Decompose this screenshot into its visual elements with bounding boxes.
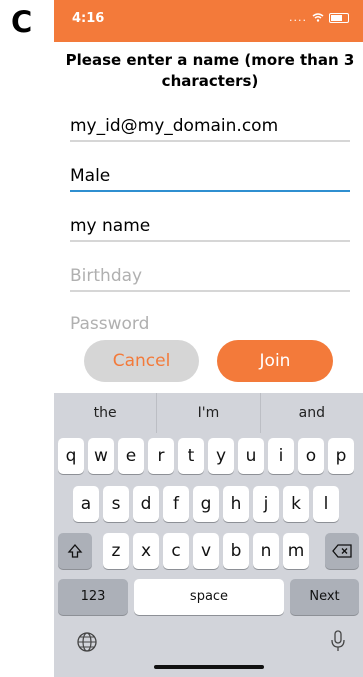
key-r[interactable]: r (148, 438, 174, 474)
key-x[interactable]: x (133, 533, 159, 569)
suggestion-2[interactable]: I'm (157, 393, 261, 433)
suggestion-3[interactable]: and (261, 393, 363, 433)
key-q[interactable]: q (58, 438, 84, 474)
signal-icon: .... (289, 11, 307, 24)
onscreen-keyboard: the I'm and q w e r t y u i o p a s d f … (54, 393, 363, 677)
key-u[interactable]: u (238, 438, 264, 474)
key-t[interactable]: t (178, 438, 204, 474)
status-icons: .... (289, 11, 349, 24)
microphone-icon[interactable] (330, 629, 346, 653)
numbers-key[interactable]: 123 (58, 579, 128, 615)
backspace-icon (332, 544, 352, 558)
key-c[interactable]: c (163, 533, 189, 569)
gender-field[interactable]: Male (70, 162, 350, 192)
space-key[interactable]: space (134, 579, 284, 615)
key-g[interactable]: g (193, 486, 219, 522)
key-z[interactable]: z (103, 533, 129, 569)
backspace-key[interactable] (325, 533, 359, 569)
figure-label: C (11, 5, 33, 39)
key-n[interactable]: n (253, 533, 279, 569)
next-key[interactable]: Next (290, 579, 359, 615)
validation-prompt: Please enter a name (more than 3 charact… (65, 51, 355, 90)
key-i[interactable]: i (268, 438, 294, 474)
key-p[interactable]: p (328, 438, 354, 474)
key-d[interactable]: d (133, 486, 159, 522)
home-indicator[interactable] (154, 665, 264, 669)
suggestion-bar: the I'm and (54, 393, 363, 433)
join-button[interactable]: Join (217, 340, 333, 382)
name-field-underline (155, 212, 350, 242)
birthday-field[interactable]: Birthday (70, 262, 350, 292)
key-m[interactable]: m (283, 533, 309, 569)
key-e[interactable]: e (118, 438, 144, 474)
key-w[interactable]: w (88, 438, 114, 474)
globe-icon[interactable] (76, 631, 98, 653)
key-j[interactable]: j (253, 486, 279, 522)
status-bar: 4:16 .... (54, 0, 363, 42)
key-y[interactable]: y (208, 438, 234, 474)
key-f[interactable]: f (163, 486, 189, 522)
email-field[interactable]: my_id@my_domain.com (70, 112, 350, 142)
key-k[interactable]: k (283, 486, 309, 522)
key-o[interactable]: o (298, 438, 324, 474)
password-field[interactable]: Password (70, 310, 350, 330)
key-a[interactable]: a (73, 486, 99, 522)
shift-icon (67, 544, 83, 558)
cancel-button[interactable]: Cancel (84, 340, 199, 382)
key-s[interactable]: s (103, 486, 129, 522)
battery-icon (329, 12, 349, 23)
key-h[interactable]: h (223, 486, 249, 522)
status-time: 4:16 (72, 11, 105, 26)
shift-key[interactable] (58, 533, 92, 569)
key-l[interactable]: l (313, 486, 339, 522)
name-field[interactable]: my name (70, 212, 155, 242)
phone-screen: 4:16 .... Please enter a name (more than… (54, 0, 363, 677)
suggestion-1[interactable]: the (54, 393, 158, 433)
key-v[interactable]: v (193, 533, 219, 569)
key-b[interactable]: b (223, 533, 249, 569)
wifi-icon (312, 13, 324, 22)
